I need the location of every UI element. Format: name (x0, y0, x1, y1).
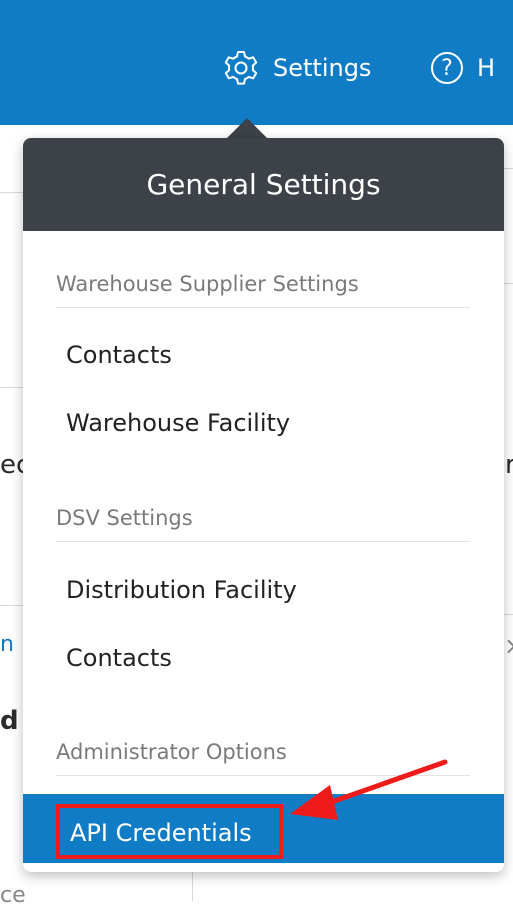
gear-icon (224, 51, 258, 85)
section-heading-administrator-options: Administrator Options (56, 729, 470, 776)
background-divider (503, 168, 513, 169)
section-heading-warehouse-supplier: Warehouse Supplier Settings (56, 261, 470, 308)
help-circle-icon: ? (431, 52, 463, 84)
background-divider (0, 192, 25, 193)
dropdown-pointer (227, 118, 267, 138)
background-divider (0, 387, 25, 388)
background-divider (192, 872, 193, 901)
background-divider (503, 283, 513, 284)
background-divider (0, 605, 25, 606)
settings-menu-button[interactable]: Settings (221, 46, 371, 90)
general-settings-dropdown: General Settings Warehouse Supplier Sett… (23, 138, 504, 872)
top-navigation-bar: Settings ? H (0, 0, 513, 125)
close-icon[interactable]: × (504, 632, 513, 660)
menu-item-warehouse-facility[interactable]: Warehouse Facility (66, 403, 290, 443)
menu-item-dsv-contacts[interactable]: Contacts (66, 638, 172, 678)
section-heading-dsv-settings: DSV Settings (56, 495, 470, 542)
menu-item-distribution-facility[interactable]: Distribution Facility (66, 570, 297, 610)
background-link-fragment[interactable]: n (0, 632, 14, 657)
background-text-fragment: d (0, 706, 19, 736)
background-divider (503, 614, 513, 615)
dropdown-title: General Settings (23, 138, 504, 231)
menu-item-warehouse-contacts[interactable]: Contacts (66, 335, 172, 375)
help-menu-button[interactable]: ? H (431, 46, 495, 90)
background-text-fragment: r (505, 450, 513, 480)
settings-label: Settings (273, 54, 372, 82)
menu-item-api-credentials[interactable]: API Credentials (56, 804, 283, 859)
background-text-fragment: ce (0, 883, 26, 908)
help-label: H (477, 54, 496, 82)
